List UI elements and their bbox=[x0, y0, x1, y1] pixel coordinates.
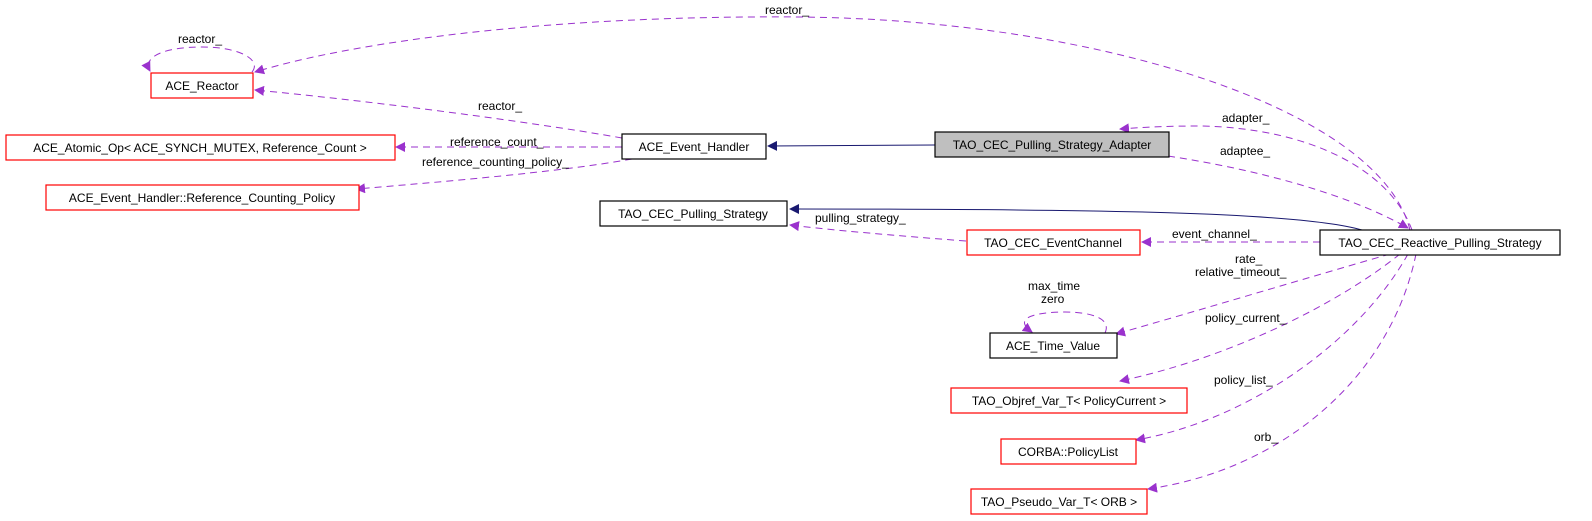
edge-label-max-time: max_time bbox=[1028, 279, 1080, 293]
edge-label-policy-current: policy_current_ bbox=[1205, 311, 1287, 325]
edge-label-reactor-from-reactive: reactor_ bbox=[765, 3, 809, 17]
node-label: ACE_Atomic_Op< ACE_SYNCH_MUTEX, Referenc… bbox=[33, 141, 366, 155]
node-label: ACE_Event_Handler::Reference_Counting_Po… bbox=[69, 191, 335, 205]
node-label: ACE_Event_Handler bbox=[639, 140, 750, 154]
edge-reactor-from-handler bbox=[254, 85, 623, 139]
node-label: TAO_Pseudo_Var_T< ORB > bbox=[981, 495, 1137, 509]
edge-inherit-adapter-handler bbox=[767, 140, 936, 151]
edge-label-adapter: adapter_ bbox=[1222, 111, 1270, 125]
node-reference-counting-policy[interactable]: ACE_Event_Handler::Reference_Counting_Po… bbox=[45, 184, 360, 211]
node-ace-time-value[interactable]: ACE_Time_Value bbox=[989, 332, 1118, 359]
node-pseudo-var-orb[interactable]: TAO_Pseudo_Var_T< ORB > bbox=[970, 488, 1148, 515]
edge-label-zero: zero bbox=[1041, 292, 1065, 306]
edge-label-reference-counting-policy: reference_counting_policy_ bbox=[422, 155, 569, 169]
node-pulling-strategy[interactable]: TAO_CEC_Pulling_Strategy bbox=[599, 200, 788, 227]
edge-label-orb: orb_ bbox=[1254, 430, 1278, 444]
edge-label-rate: rate_ bbox=[1235, 252, 1263, 266]
edge-adaptee bbox=[1167, 155, 1409, 229]
node-label: ACE_Time_Value bbox=[1006, 339, 1100, 353]
node-label: TAO_CEC_Reactive_Pulling_Strategy bbox=[1338, 236, 1541, 250]
edge-label-policy-list: policy_list_ bbox=[1214, 373, 1273, 387]
node-reactive-pulling-strategy[interactable]: TAO_CEC_Reactive_Pulling_Strategy bbox=[1319, 229, 1561, 256]
edge-label-reference-count: reference_count_ bbox=[450, 135, 544, 149]
node-ace-atomic-op[interactable]: ACE_Atomic_Op< ACE_SYNCH_MUTEX, Referenc… bbox=[5, 134, 396, 161]
node-ace-reactor[interactable]: ACE_Reactor bbox=[150, 72, 254, 99]
node-label: ACE_Reactor bbox=[165, 79, 238, 93]
edge-label-event-channel: event_channel_ bbox=[1172, 227, 1257, 241]
edge-label-pulling-strategy: pulling_strategy_ bbox=[815, 211, 906, 225]
edge-reactor-self bbox=[141, 46, 255, 73]
edge-pulling-strategy bbox=[789, 221, 967, 242]
node-label: TAO_CEC_EventChannel bbox=[984, 236, 1122, 250]
node-label: TAO_Objref_Var_T< PolicyCurrent > bbox=[972, 394, 1166, 408]
edge-label-reactor-from-handler: reactor_ bbox=[478, 99, 522, 113]
edge-orb bbox=[1147, 253, 1417, 493]
node-label: TAO_CEC_Pulling_Strategy bbox=[618, 207, 768, 221]
node-objref-var-policy-current[interactable]: TAO_Objref_Var_T< PolicyCurrent > bbox=[950, 387, 1188, 414]
node-event-channel[interactable]: TAO_CEC_EventChannel bbox=[966, 229, 1141, 256]
edge-label-adaptee: adaptee_ bbox=[1220, 144, 1270, 158]
edge-label-reactor-self: reactor_ bbox=[178, 32, 222, 46]
node-pulling-strategy-adapter[interactable]: TAO_CEC_Pulling_Strategy_Adapter bbox=[934, 131, 1170, 158]
node-label: TAO_CEC_Pulling_Strategy_Adapter bbox=[953, 138, 1152, 152]
node-corba-policy-list[interactable]: CORBA::PolicyList bbox=[1000, 438, 1137, 465]
edge-label-relative-timeout: relative_timeout_ bbox=[1195, 265, 1287, 279]
edge-time-value-self bbox=[1021, 311, 1107, 334]
node-label: CORBA::PolicyList bbox=[1018, 445, 1119, 459]
collaboration-diagram: reactor_ reactor_ reactor_ reference_cou… bbox=[5, 3, 1561, 515]
node-ace-event-handler[interactable]: ACE_Event_Handler bbox=[621, 133, 767, 160]
